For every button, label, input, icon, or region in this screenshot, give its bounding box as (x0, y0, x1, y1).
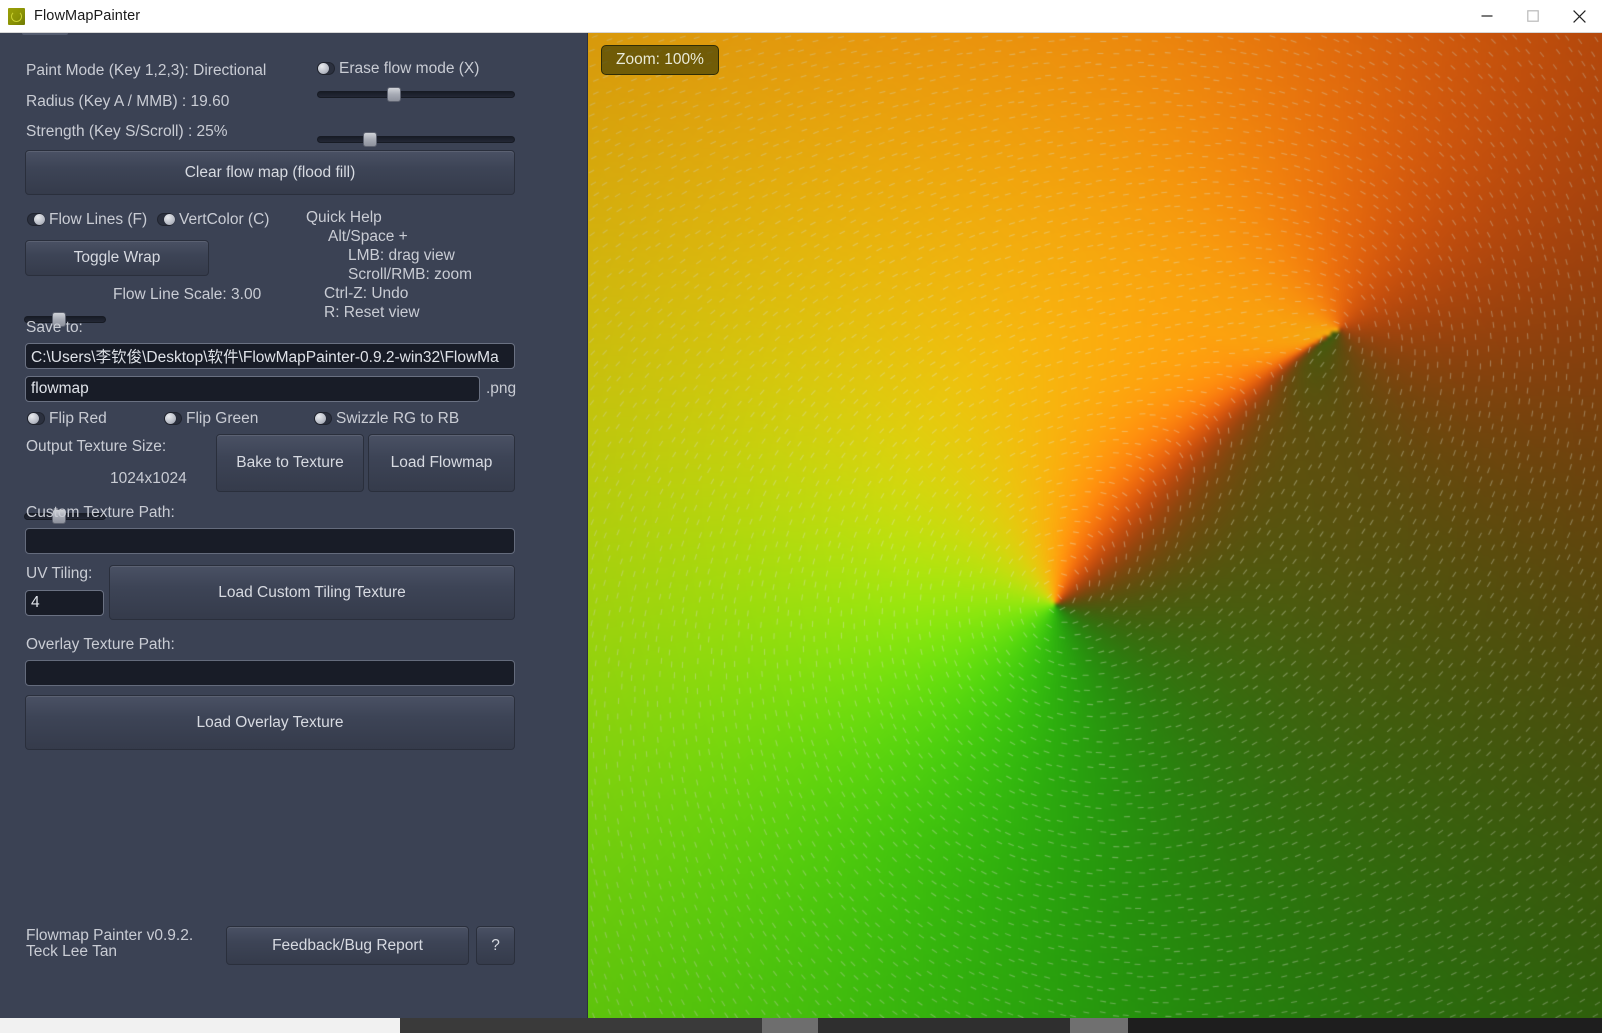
save-path-input[interactable]: C:\Users\李钦俊\Desktop\软件\FlowMapPainter-0… (25, 343, 515, 369)
taskbar-segment-light (0, 1018, 400, 1033)
flowmap-canvas[interactable] (588, 33, 1602, 1018)
radius-slider-track (317, 91, 515, 98)
zoom-badge: Zoom: 100% (601, 45, 719, 75)
flip-green-toggle-icon (164, 412, 182, 426)
save-to-label: Save to: (26, 319, 83, 336)
erase-flow-mode-checkbox[interactable]: Erase flow mode (X) (317, 61, 479, 77)
taskbar-segment-grey-b (1070, 1018, 1128, 1033)
strength-slider-knob[interactable] (363, 132, 378, 147)
quick-help-line-2: Scroll/RMB: zoom (348, 266, 473, 283)
os-taskbar (0, 1018, 1602, 1033)
flip-red-checkbox[interactable]: Flip Red (27, 411, 107, 427)
maximize-icon[interactable] (1510, 0, 1556, 32)
quick-help-line-3: Ctrl-Z: Undo (324, 285, 409, 302)
erase-flow-mode-label: Erase flow mode (X) (339, 60, 480, 77)
radius-label: Radius (Key A / MMB) : 19.60 (26, 93, 230, 110)
panel-fragment (22, 33, 68, 35)
flip-green-label: Flip Green (186, 410, 259, 427)
help-button[interactable]: ? (476, 926, 515, 965)
vert-color-checkbox[interactable]: VertColor (C) (157, 212, 269, 228)
radius-slider[interactable] (317, 87, 515, 102)
strength-slider[interactable] (317, 132, 515, 147)
toggle-wrap-button[interactable]: Toggle Wrap (25, 240, 209, 276)
feedback-bug-report-button[interactable]: Feedback/Bug Report (226, 926, 469, 965)
output-texture-size-value: 1024x1024 (110, 470, 187, 487)
swizzle-toggle-icon (314, 412, 332, 426)
vert-color-label: VertColor (C) (179, 211, 270, 228)
version-line-1: Flowmap Painter v0.9.2. (26, 927, 194, 944)
quick-help-title: Quick Help (306, 209, 382, 226)
flow-lines-checkbox[interactable]: Flow Lines (F) (27, 212, 147, 228)
taskbar-segment-dark-b (818, 1018, 1070, 1033)
flow-lines-toggle-icon (27, 213, 45, 227)
quick-help: Quick Help Alt/Space + LMB: drag view Sc… (306, 208, 472, 322)
tool-panel: Paint Mode (Key 1,2,3): Directional Radi… (0, 33, 588, 1018)
vert-color-toggle-icon (157, 213, 175, 227)
load-overlay-texture-button[interactable]: Load Overlay Texture (25, 695, 515, 750)
minimize-icon[interactable] (1464, 0, 1510, 32)
file-extension-label: .png (486, 380, 517, 397)
flip-green-checkbox[interactable]: Flip Green (164, 411, 258, 427)
title-bar: FlowMapPainter (0, 0, 1602, 33)
flip-red-toggle-icon (27, 412, 45, 426)
flowmap-viewport[interactable]: Zoom: 100% (588, 33, 1602, 1018)
overlay-texture-path-input[interactable] (25, 660, 515, 686)
flow-line-scale-label: Flow Line Scale: 3.00 (113, 286, 262, 303)
quick-help-line-0: Alt/Space + (328, 228, 408, 245)
quick-help-line-1: LMB: drag view (348, 247, 455, 264)
taskbar-segment-dark-c (1128, 1018, 1602, 1033)
file-name-input[interactable]: flowmap (25, 376, 480, 402)
flowmap-app-icon (8, 7, 25, 25)
clear-flow-map-button[interactable]: Clear flow map (flood fill) (25, 150, 515, 195)
version-line-2: Teck Lee Tan (26, 942, 118, 960)
radius-slider-knob[interactable] (387, 87, 402, 102)
taskbar-segment-dark-a (400, 1018, 762, 1033)
bake-to-texture-button[interactable]: Bake to Texture (216, 434, 364, 492)
load-flowmap-button[interactable]: Load Flowmap (368, 434, 515, 492)
flow-lines-label: Flow Lines (F) (49, 211, 148, 228)
taskbar-segment-grey (762, 1018, 818, 1033)
output-texture-size-label: Output Texture Size: (26, 438, 167, 455)
uv-tiling-input[interactable]: 4 (25, 590, 104, 616)
erase-flow-mode-toggle-icon (317, 62, 335, 76)
load-custom-tiling-texture-button[interactable]: Load Custom Tiling Texture (109, 565, 515, 620)
flip-red-label: Flip Red (49, 410, 107, 427)
strength-slider-track (317, 136, 515, 143)
custom-texture-path-input[interactable] (25, 528, 515, 554)
swizzle-label: Swizzle RG to RB (336, 410, 460, 427)
quick-help-line-4: R: Reset view (324, 304, 420, 321)
swizzle-rg-to-rb-checkbox[interactable]: Swizzle RG to RB (314, 411, 459, 427)
uv-tiling-label: UV Tiling: (26, 565, 93, 582)
close-icon[interactable] (1556, 0, 1602, 32)
overlay-texture-path-label: Overlay Texture Path: (26, 636, 175, 653)
window-title: FlowMapPainter (34, 8, 141, 24)
strength-label: Strength (Key S/Scroll) : 25% (26, 123, 228, 140)
paint-mode-label: Paint Mode (Key 1,2,3): Directional (26, 62, 267, 79)
app-window: FlowMapPainter Paint Mode (Key 1,2,3): D… (0, 0, 1602, 1033)
version-info: Flowmap Painter v0.9.2. Teck Lee Tan (26, 928, 193, 959)
window-controls (1464, 0, 1602, 32)
custom-texture-path-label: Custom Texture Path: (26, 504, 175, 521)
